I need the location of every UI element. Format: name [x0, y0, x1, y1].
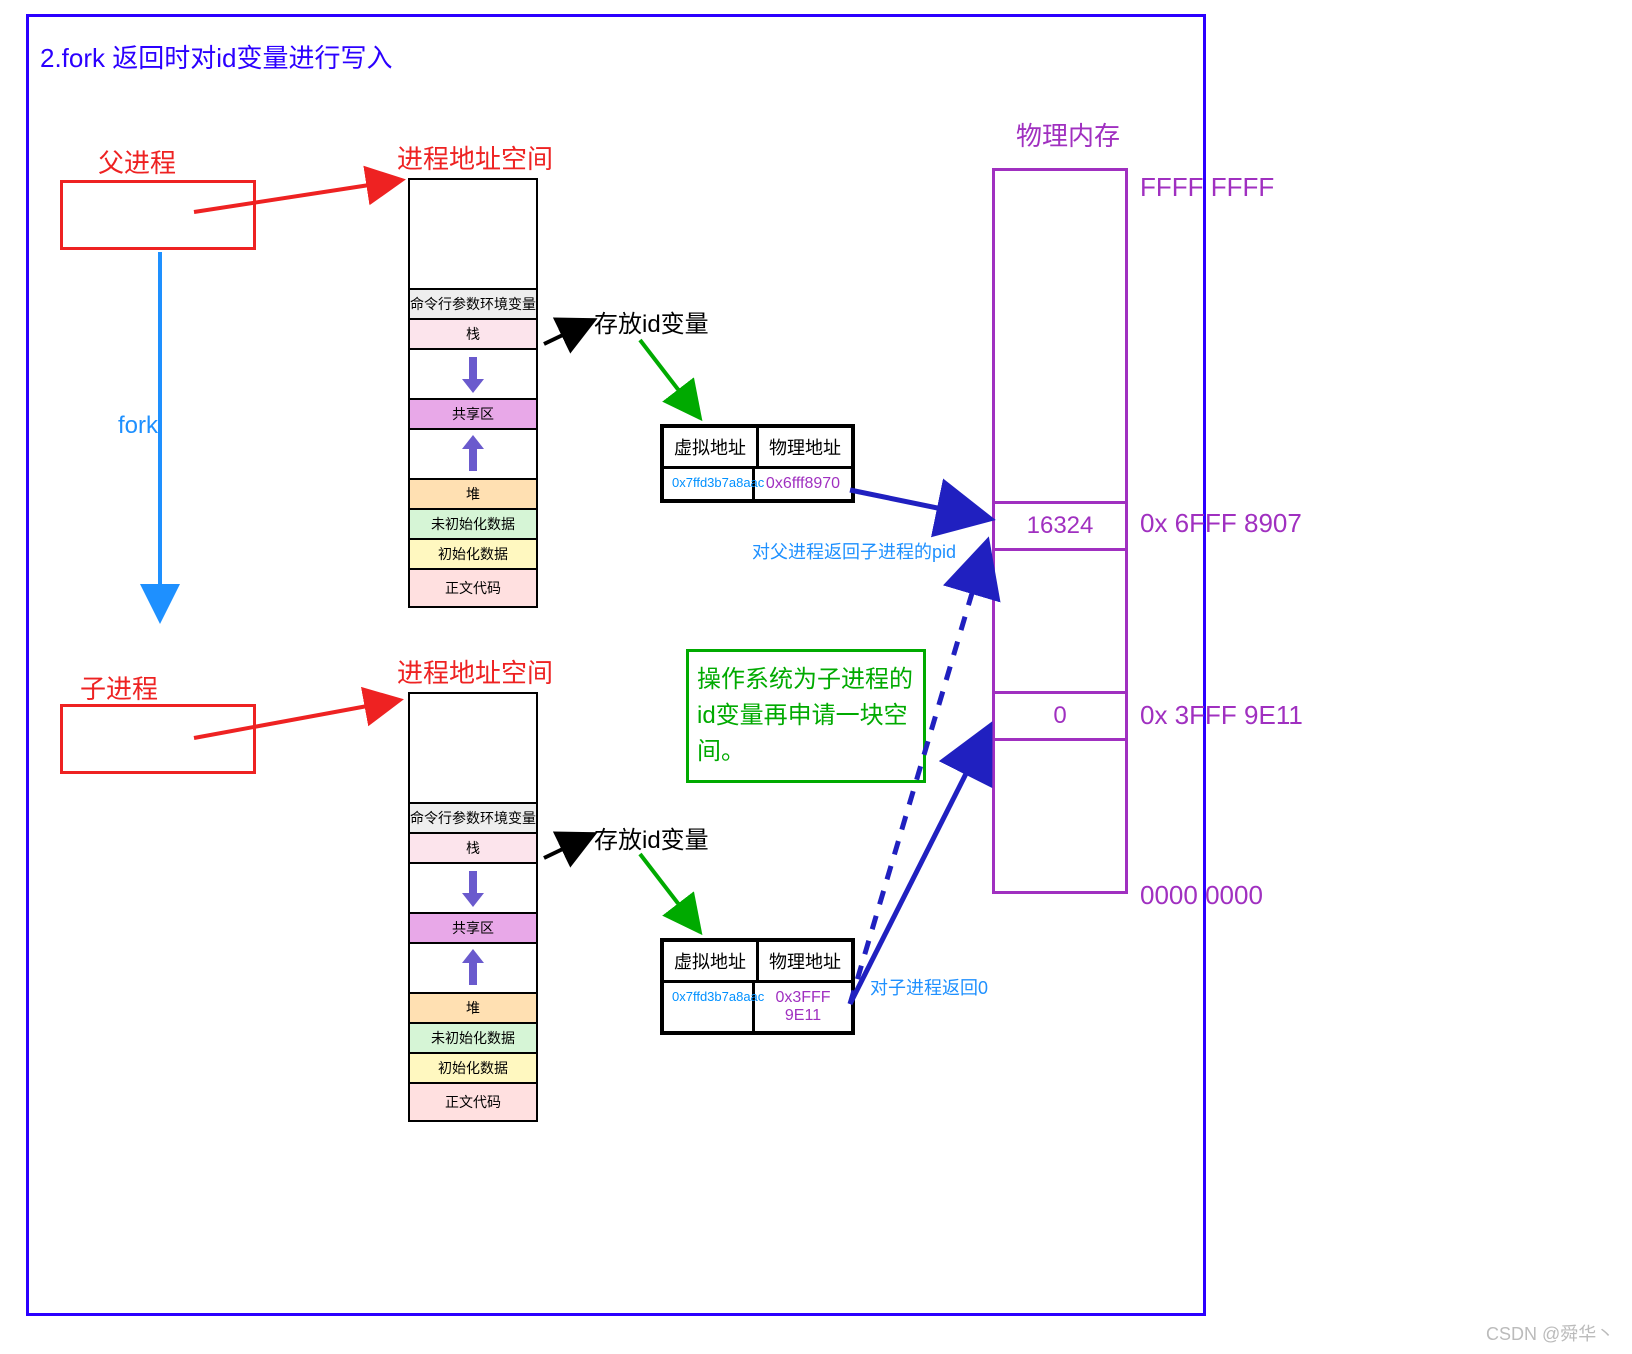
pt-parent-paddr: 0x6fff8970 [755, 469, 851, 499]
fork-label: fork [118, 412, 158, 440]
seg-stack: 栈 [408, 320, 538, 350]
pmem-addr-parent: 0x 6FFF 8907 [1140, 508, 1302, 539]
pmem-addr-bottom: 0000 0000 [1140, 880, 1263, 911]
parent-process-box [60, 180, 256, 250]
pmem-addr-top: FFFF FFFF [1140, 172, 1274, 203]
pt-col-virtual: 虚拟地址 [664, 428, 759, 466]
address-space-parent: 命令行参数环境变量 栈 共享区 堆 未初始化数据 初始化数据 正文代码 [408, 178, 538, 608]
pmem-addr-child: 0x 3FFF 9E11 [1140, 700, 1303, 731]
parent-process-label: 父进程 [98, 143, 176, 180]
pmem-blank-bottom [995, 741, 1125, 891]
seg-env-2: 命令行参数环境变量 [408, 804, 538, 834]
addrspace-blank [408, 178, 538, 290]
address-space-child: 命令行参数环境变量 栈 共享区 堆 未初始化数据 初始化数据 正文代码 [408, 692, 538, 1122]
return-to-parent-label: 对父进程返回子进程的pid [752, 538, 956, 564]
physical-memory-bar: 16324 0 [992, 168, 1128, 894]
diagram-title: 2.fork 返回时对id变量进行写入 [40, 38, 393, 75]
os-allocation-note: 操作系统为子进程的id变量再申请一块空间。 [686, 649, 926, 783]
addrspace-title-1: 进程地址空间 [397, 139, 553, 176]
pt-child-paddr: 0x3FFF 9E11 [755, 983, 851, 1031]
pmem-cell-parent: 16324 [995, 501, 1125, 551]
pmem-cell-child: 0 [995, 691, 1125, 741]
child-process-box [60, 704, 256, 774]
seg-heap: 堆 [408, 480, 538, 510]
return-to-child-label: 对子进程返回0 [870, 974, 988, 1000]
seg-arrow-down-icon [408, 350, 538, 400]
addrspace-title-2: 进程地址空间 [397, 653, 553, 690]
seg-text-2: 正文代码 [408, 1084, 538, 1122]
seg-env: 命令行参数环境变量 [408, 290, 538, 320]
pt-child-vaddr: 0x7ffd3b7a8aac [664, 983, 755, 1031]
seg-bss-2: 未初始化数据 [408, 1024, 538, 1054]
seg-arrow-up-icon-2 [408, 944, 538, 994]
seg-bss: 未初始化数据 [408, 510, 538, 540]
seg-heap-2: 堆 [408, 994, 538, 1024]
seg-arrow-down-icon-2 [408, 864, 538, 914]
seg-arrow-up-icon [408, 430, 538, 480]
pagetable-parent: 虚拟地址 物理地址 0x7ffd3b7a8aac 0x6fff8970 [660, 424, 855, 503]
pt-parent-vaddr: 0x7ffd3b7a8aac [664, 469, 755, 499]
seg-shared-2: 共享区 [408, 914, 538, 944]
seg-text: 正文代码 [408, 570, 538, 608]
seg-data: 初始化数据 [408, 540, 538, 570]
addrspace-blank-2 [408, 692, 538, 804]
seg-stack-2: 栈 [408, 834, 538, 864]
pagetable-child: 虚拟地址 物理地址 0x7ffd3b7a8aac 0x3FFF 9E11 [660, 938, 855, 1035]
id-var-label-1: 存放id变量 [594, 304, 709, 339]
pt-col-physical-2: 物理地址 [759, 942, 851, 980]
pmem-blank-top [995, 171, 1125, 501]
watermark: CSDN @舜华丶 [1486, 1320, 1614, 1346]
physical-memory-title: 物理内存 [1016, 116, 1120, 153]
seg-data-2: 初始化数据 [408, 1054, 538, 1084]
pmem-gap [995, 551, 1125, 691]
pt-col-virtual-2: 虚拟地址 [664, 942, 759, 980]
child-process-label: 子进程 [80, 669, 158, 706]
seg-shared: 共享区 [408, 400, 538, 430]
id-var-label-2: 存放id变量 [594, 820, 709, 855]
pt-col-physical: 物理地址 [759, 428, 851, 466]
